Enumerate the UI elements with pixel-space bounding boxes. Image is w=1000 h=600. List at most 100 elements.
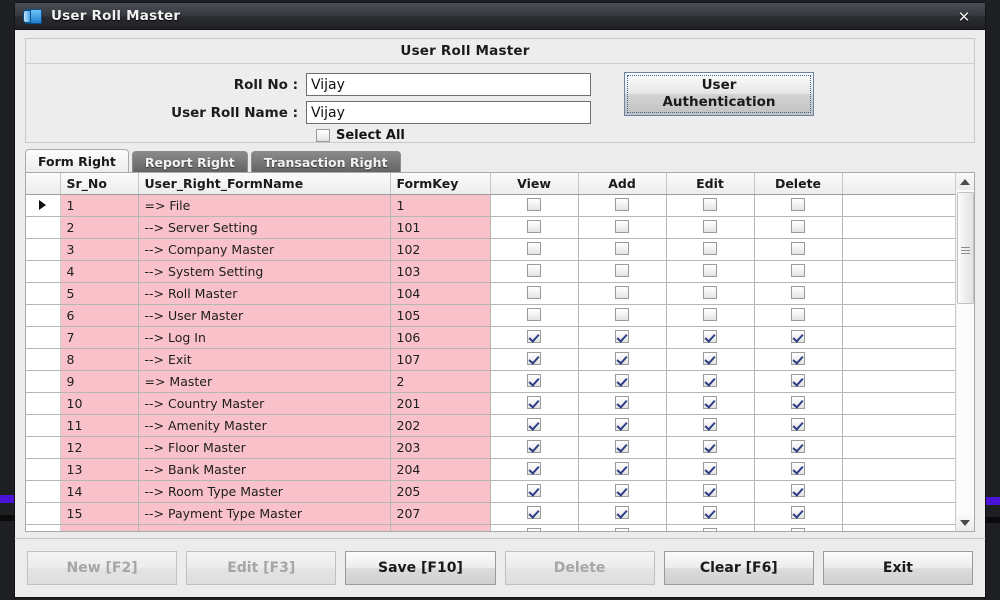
row-checkbox-view-cell[interactable]: [490, 370, 579, 393]
row-checkbox-view-cell[interactable]: [490, 304, 579, 327]
table-row[interactable]: 8 --> Exit 107: [26, 348, 955, 371]
row-checkbox-view[interactable]: [527, 417, 541, 431]
row-checkbox-edit[interactable]: [703, 241, 717, 255]
row-checkbox-view[interactable]: [527, 527, 541, 531]
row-checkbox-add[interactable]: [615, 373, 629, 387]
row-checkbox-add[interactable]: [615, 197, 629, 211]
row-checkbox-add[interactable]: [615, 417, 629, 431]
row-checkbox-view-cell[interactable]: [490, 480, 579, 503]
table-row[interactable]: 15 --> Payment Type Master 207: [26, 502, 955, 525]
row-checkbox-delete-cell[interactable]: [754, 194, 843, 217]
row-checkbox-edit-cell[interactable]: [666, 348, 755, 371]
row-checkbox-view[interactable]: [527, 351, 541, 365]
scrollbar-thumb[interactable]: [956, 192, 974, 304]
row-checkbox-edit[interactable]: [703, 395, 717, 409]
col-header-selector[interactable]: [26, 173, 61, 195]
row-checkbox-delete-cell[interactable]: [754, 524, 843, 531]
row-checkbox-add[interactable]: [615, 307, 629, 321]
row-checkbox-add-cell[interactable]: [578, 370, 667, 393]
row-checkbox-edit-cell[interactable]: [666, 326, 755, 349]
row-selector-cell[interactable]: [26, 216, 61, 239]
close-icon[interactable]: ✕: [953, 7, 975, 27]
row-checkbox-delete-cell[interactable]: [754, 304, 843, 327]
row-checkbox-delete-cell[interactable]: [754, 392, 843, 415]
row-checkbox-delete[interactable]: [791, 263, 805, 277]
row-checkbox-add[interactable]: [615, 439, 629, 453]
row-checkbox-view[interactable]: [527, 483, 541, 497]
table-row[interactable]: 11 --> Amenity Master 202: [26, 414, 955, 437]
row-checkbox-add[interactable]: [615, 285, 629, 299]
row-checkbox-view[interactable]: [527, 197, 541, 211]
user-roll-name-input[interactable]: [306, 101, 591, 124]
row-checkbox-view-cell[interactable]: [490, 458, 579, 481]
row-checkbox-delete-cell[interactable]: [754, 480, 843, 503]
col-header-form-name[interactable]: User_Right_FormName: [138, 173, 391, 195]
row-checkbox-edit[interactable]: [703, 417, 717, 431]
row-checkbox-delete[interactable]: [791, 219, 805, 233]
row-checkbox-edit-cell[interactable]: [666, 480, 755, 503]
delete-button[interactable]: Delete: [504, 551, 655, 585]
row-checkbox-delete[interactable]: [791, 417, 805, 431]
new-button[interactable]: New [F2]: [27, 551, 178, 585]
row-checkbox-edit[interactable]: [703, 197, 717, 211]
exit-button[interactable]: Exit: [822, 551, 974, 585]
row-checkbox-view[interactable]: [527, 329, 541, 343]
table-row[interactable]: 1 => File 1: [26, 194, 955, 217]
table-row[interactable]: 2 --> Server Setting 101: [26, 216, 955, 239]
row-checkbox-view-cell[interactable]: [490, 194, 579, 217]
clear-button[interactable]: Clear [F6]: [663, 551, 814, 585]
row-selector-cell[interactable]: [26, 436, 61, 459]
row-checkbox-add-cell[interactable]: [578, 304, 667, 327]
row-checkbox-view-cell[interactable]: [490, 326, 579, 349]
row-checkbox-delete-cell[interactable]: [754, 370, 843, 393]
row-checkbox-edit[interactable]: [703, 219, 717, 233]
row-checkbox-add-cell[interactable]: [578, 238, 667, 261]
table-row[interactable]: 4 --> System Setting 103: [26, 260, 955, 283]
row-checkbox-add[interactable]: [615, 483, 629, 497]
row-checkbox-add-cell[interactable]: [578, 436, 667, 459]
row-checkbox-add[interactable]: [615, 505, 629, 519]
row-checkbox-add[interactable]: [615, 241, 629, 255]
row-checkbox-delete[interactable]: [791, 505, 805, 519]
row-checkbox-edit-cell[interactable]: [666, 282, 755, 305]
row-checkbox-edit-cell[interactable]: [666, 260, 755, 283]
row-checkbox-delete[interactable]: [791, 307, 805, 321]
col-header-delete[interactable]: Delete: [754, 173, 843, 195]
row-checkbox-view[interactable]: [527, 219, 541, 233]
row-checkbox-edit-cell[interactable]: [666, 238, 755, 261]
row-checkbox-delete[interactable]: [791, 527, 805, 531]
row-checkbox-edit[interactable]: [703, 351, 717, 365]
table-row[interactable]: 7 --> Log In 106: [26, 326, 955, 349]
table-row[interactable]: 16--> Room Rate208: [26, 524, 955, 531]
row-checkbox-view[interactable]: [527, 241, 541, 255]
col-header-edit[interactable]: Edit: [666, 173, 755, 195]
row-selector-cell[interactable]: [26, 458, 61, 481]
row-checkbox-view[interactable]: [527, 395, 541, 409]
row-selector-cell[interactable]: [26, 370, 61, 393]
row-selector-cell[interactable]: [26, 260, 61, 283]
row-checkbox-add-cell[interactable]: [578, 326, 667, 349]
row-checkbox-add-cell[interactable]: [578, 348, 667, 371]
row-checkbox-edit[interactable]: [703, 263, 717, 277]
row-checkbox-edit-cell[interactable]: [666, 216, 755, 239]
user-authentication-button[interactable]: User Authentication: [624, 72, 814, 116]
select-all-row[interactable]: Select All: [316, 128, 405, 143]
table-row[interactable]: 9 => Master 2: [26, 370, 955, 393]
row-checkbox-delete-cell[interactable]: [754, 458, 843, 481]
select-all-checkbox[interactable]: [316, 129, 330, 142]
col-header-form-key[interactable]: FormKey: [390, 173, 491, 195]
row-checkbox-edit[interactable]: [703, 505, 717, 519]
row-checkbox-delete-cell[interactable]: [754, 436, 843, 459]
row-checkbox-view-cell[interactable]: [490, 436, 579, 459]
row-checkbox-delete[interactable]: [791, 461, 805, 475]
row-checkbox-edit[interactable]: [703, 307, 717, 321]
row-checkbox-add-cell[interactable]: [578, 260, 667, 283]
scroll-up-icon[interactable]: [956, 173, 974, 190]
row-checkbox-edit[interactable]: [703, 527, 717, 531]
row-checkbox-edit[interactable]: [703, 439, 717, 453]
save-button[interactable]: Save [F10]: [345, 551, 496, 585]
row-checkbox-edit-cell[interactable]: [666, 414, 755, 437]
row-checkbox-view[interactable]: [527, 373, 541, 387]
table-row[interactable]: 13 --> Bank Master 204: [26, 458, 955, 481]
scrollbar-track[interactable]: [956, 190, 974, 514]
